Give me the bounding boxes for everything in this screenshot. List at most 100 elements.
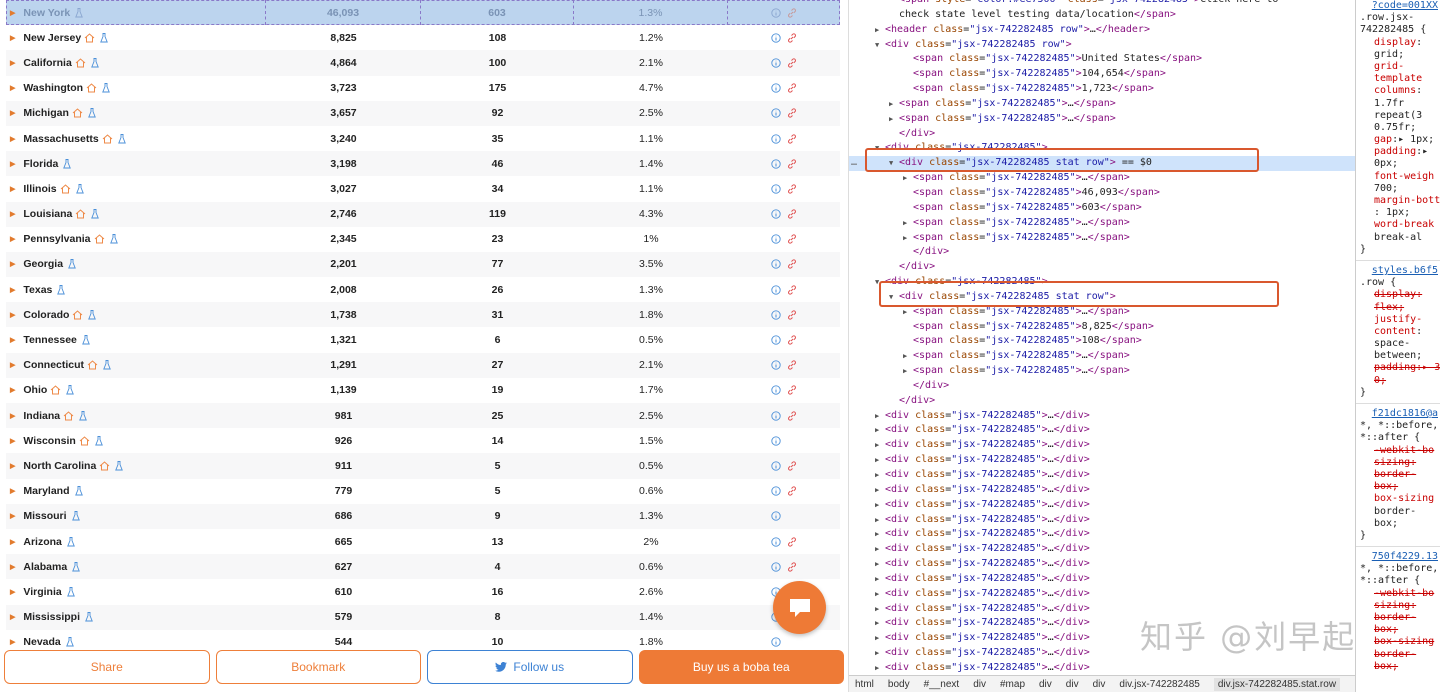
breadcrumb-item-active[interactable]: div.jsx-742282485.stat.row <box>1213 677 1341 691</box>
info-icon[interactable] <box>771 33 781 43</box>
buy-boba-tea-button[interactable]: Buy us a boba tea <box>638 650 844 684</box>
dom-node[interactable]: ▶ <div class="jsx-742282485">…</div> <box>849 498 1355 513</box>
home-icon[interactable] <box>86 83 97 93</box>
table-row[interactable]: ▶ Maryland 779 5 0.6% <box>6 479 840 504</box>
expand-triangle-icon[interactable]: ▶ <box>889 112 899 127</box>
dom-node[interactable]: ▶ <div class="jsx-742282485">…</div> <box>849 453 1355 468</box>
flask-icon[interactable] <box>66 586 75 597</box>
flask-icon[interactable] <box>85 612 93 622</box>
expand-caret-icon[interactable]: ▶ <box>10 185 15 193</box>
info-icon[interactable] <box>771 410 781 421</box>
expand-triangle-icon[interactable]: ▶ <box>875 409 885 424</box>
stylesheet-link[interactable]: 750f4229.13 <box>1356 551 1440 563</box>
dom-node[interactable]: ▶ <div class="jsx-742282485">…</div> <box>849 468 1355 483</box>
table-row[interactable]: ▶ Colorado 1,738 31 1.8% <box>6 302 840 328</box>
flask-icon[interactable] <box>117 133 126 144</box>
table-row[interactable]: ▶ Massachusetts 3,240 35 1.1% <box>6 126 840 151</box>
table-row[interactable]: ▶ Florida 3,198 46 1.4% <box>6 151 840 177</box>
dom-node[interactable]: ▶ <span class="jsx-742282485">…</span> <box>849 231 1355 246</box>
expand-triangle-icon[interactable]: ▶ <box>903 364 913 379</box>
expand-triangle-icon[interactable]: ▶ <box>875 557 885 572</box>
info-icon[interactable] <box>771 335 781 345</box>
dom-node[interactable]: </div> <box>849 379 1355 394</box>
dom-node[interactable]: ▶ <div class="jsx-742282485">…</div> <box>849 513 1355 528</box>
dom-node[interactable]: ▶ <div class="jsx-742282485">…</div> <box>849 527 1355 542</box>
expand-triangle-icon[interactable]: ▶ <box>875 438 885 453</box>
info-icon[interactable] <box>771 461 781 471</box>
dom-node[interactable]: <span class="jsx-742282485">United State… <box>849 52 1355 67</box>
table-row[interactable]: ▶ Alabama 627 4 0.6% <box>6 554 840 580</box>
table-row[interactable]: ▶ Tennessee 1,321 6 0.5% <box>6 327 840 352</box>
flask-icon[interactable] <box>79 410 88 421</box>
flask-icon[interactable] <box>88 309 97 320</box>
info-icon[interactable] <box>771 486 781 496</box>
table-row-highlighted[interactable]: ▶ New York 46,093 603 1.3% <box>6 0 840 26</box>
info-icon[interactable] <box>771 562 781 572</box>
stylesheet-link[interactable]: styles.b6f5 <box>1356 265 1440 277</box>
bookmark-button[interactable]: Bookmark <box>215 650 421 684</box>
home-icon[interactable] <box>87 360 98 370</box>
link-icon[interactable] <box>787 33 797 43</box>
dom-node[interactable]: ▶ <div class="jsx-742282485">…</div> <box>849 438 1355 453</box>
dom-node[interactable]: ▶ <div class="jsx-742282485">…</div> <box>849 409 1355 424</box>
link-icon[interactable] <box>787 108 797 118</box>
share-button[interactable]: Share <box>4 650 210 684</box>
dom-node[interactable]: </div> <box>849 245 1355 260</box>
table-row[interactable]: ▶ Illinois 3,027 34 1.1% <box>6 176 840 201</box>
dom-node[interactable]: <span style="color:#ee7500" class="jsx-7… <box>849 0 1355 8</box>
breadcrumb-item[interactable]: div <box>1066 679 1079 690</box>
home-icon[interactable] <box>94 234 105 244</box>
dom-node[interactable]: ▶ <span class="jsx-742282485">…</span> <box>849 112 1355 127</box>
flask-icon[interactable] <box>94 435 103 446</box>
link-icon[interactable] <box>787 133 797 144</box>
flask-icon[interactable] <box>71 511 80 521</box>
dom-node[interactable]: </div> <box>849 260 1355 275</box>
table-row[interactable]: ▶ Pennsylvania 2,345 23 1% <box>6 227 840 252</box>
dom-node[interactable]: <span class="jsx-742282485">8,825</span> <box>849 320 1355 335</box>
expand-caret-icon[interactable]: ▶ <box>10 286 15 294</box>
expand-caret-icon[interactable]: ▶ <box>10 538 15 546</box>
expand-caret-icon[interactable]: ▶ <box>10 9 15 17</box>
info-icon[interactable] <box>771 133 781 144</box>
breadcrumb-item[interactable]: div.jsx-742282485 <box>1119 679 1199 690</box>
dom-node[interactable]: ▶ <div class="jsx-742282485">…</div> <box>849 572 1355 587</box>
info-icon[interactable] <box>771 58 781 68</box>
expand-triangle-icon[interactable]: ▶ <box>903 349 913 364</box>
link-icon[interactable] <box>787 285 797 295</box>
link-icon[interactable] <box>787 410 797 421</box>
home-icon[interactable] <box>99 461 110 471</box>
flask-icon[interactable] <box>100 32 109 43</box>
stylesheet-link[interactable]: ?code=001XX <box>1356 0 1440 12</box>
dom-node[interactable]: ▶ <span class="jsx-742282485">…</span> <box>849 349 1355 364</box>
info-icon[interactable] <box>771 436 781 446</box>
flask-icon[interactable] <box>72 561 81 572</box>
dom-node[interactable]: <span class="jsx-742282485">1,723</span> <box>849 82 1355 97</box>
link-icon[interactable] <box>787 536 797 547</box>
flask-icon[interactable] <box>82 335 90 345</box>
expand-caret-icon[interactable]: ▶ <box>10 462 15 470</box>
home-icon[interactable] <box>84 33 95 43</box>
link-icon[interactable] <box>787 461 797 471</box>
home-icon[interactable] <box>75 58 86 68</box>
info-icon[interactable] <box>771 536 781 547</box>
info-icon[interactable] <box>771 209 781 219</box>
expand-triangle-icon[interactable]: ▶ <box>875 616 885 631</box>
expand-triangle-icon[interactable]: ▶ <box>903 216 913 231</box>
home-icon[interactable] <box>72 310 83 320</box>
table-row[interactable]: ▶ Missouri 686 9 1.3% <box>6 503 840 529</box>
expand-caret-icon[interactable]: ▶ <box>10 437 15 445</box>
expand-caret-icon[interactable]: ▶ <box>10 638 15 646</box>
table-row[interactable]: ▶ New Jersey 8,825 108 1.2% <box>6 25 840 50</box>
table-row[interactable]: ▶ Mississippi 579 8 1.4% <box>6 604 840 630</box>
table-row[interactable]: ▶ Georgia 2,201 77 3.5% <box>6 251 840 278</box>
dom-node[interactable]: ▶ <div class="jsx-742282485">…</div> <box>849 542 1355 557</box>
dom-node[interactable]: ▶ <div class="jsx-742282485">…</div> <box>849 483 1355 498</box>
info-icon[interactable] <box>771 360 781 370</box>
flask-icon[interactable] <box>66 385 75 395</box>
home-icon[interactable] <box>75 209 86 219</box>
info-icon[interactable] <box>771 184 781 194</box>
table-row[interactable]: ▶ Ohio 1,139 19 1.7% <box>6 378 840 403</box>
dom-node[interactable]: </div> <box>849 127 1355 142</box>
link-icon[interactable] <box>787 259 797 270</box>
expand-caret-icon[interactable]: ▶ <box>10 412 15 420</box>
